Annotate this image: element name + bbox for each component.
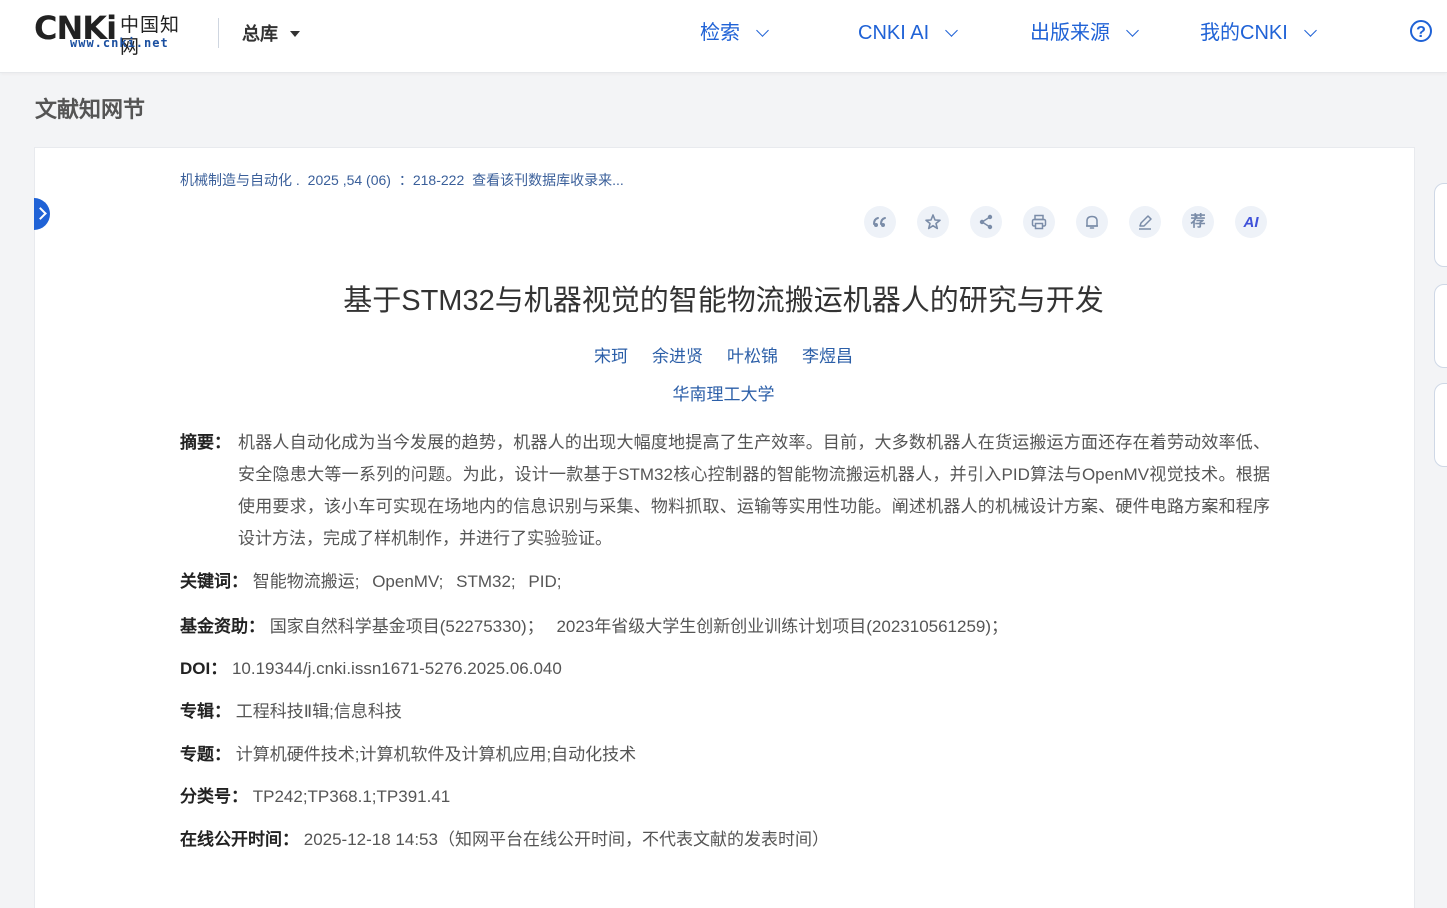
database-select[interactable]: 总库 <box>242 22 300 46</box>
page-title: 文献知网节 <box>35 97 146 122</box>
author-list: 宋珂 余进贤 叶松锦 李煜昌 <box>34 345 1413 369</box>
nav-publication-source[interactable]: 出版来源 <box>1030 20 1139 46</box>
top-navigation-bar: CNKi 中国知网 www.cnki.net 总库 检索 CNKI AI 出版来… <box>0 0 1447 73</box>
keyword-link[interactable]: 智能物流搬运; <box>253 572 360 591</box>
logo-url-text: www.cnki.net <box>70 36 169 50</box>
keyword-link[interactable]: PID; <box>528 572 561 591</box>
quote-button[interactable] <box>864 206 896 238</box>
chevron-down-icon <box>1126 23 1139 37</box>
series-row: 专辑： 工程科技Ⅱ辑;信息科技 <box>180 696 402 728</box>
fund-link[interactable]: 国家自然科学基金项目(52275330)； <box>270 617 544 636</box>
printer-icon <box>1031 214 1047 230</box>
subject-value: 计算机硬件技术;计算机软件及计算机应用;自动化技术 <box>235 745 637 764</box>
star-icon <box>925 214 941 230</box>
caret-down-icon <box>290 31 300 37</box>
abstract-section: 摘要： 机器人自动化成为当今发展的趋势，机器人的出现大幅度地提高了生产效率。目前… <box>180 427 1270 555</box>
nav-my-cnki[interactable]: 我的CNKI <box>1200 20 1317 46</box>
doi-row: DOI： 10.19344/j.cnki.issn1671-5276.2025.… <box>180 653 562 685</box>
classification-row: 分类号： TP242;TP368.1;TP391.41 <box>180 781 450 813</box>
nav-cnki-ai[interactable]: CNKI AI <box>858 20 959 46</box>
abstract-label: 摘要： <box>180 433 231 452</box>
bell-icon <box>1086 215 1098 229</box>
ai-icon: AI <box>1243 213 1259 231</box>
nav-cnki-ai-label: CNKI AI <box>858 22 930 44</box>
note-button[interactable] <box>1129 206 1161 238</box>
author-link[interactable]: 叶松锦 <box>727 345 778 369</box>
classification-value: TP242;TP368.1;TP391.41 <box>252 787 451 806</box>
help-icon[interactable]: ? <box>1410 20 1432 42</box>
database-coverage-link[interactable]: 查看该刊数据库收录来... <box>472 172 624 188</box>
right-side-tab[interactable] <box>1434 284 1447 368</box>
recommend-icon: 荐 <box>1190 213 1206 230</box>
header-divider <box>218 18 219 48</box>
series-label: 专辑： <box>180 702 231 721</box>
doi-value: 10.19344/j.cnki.issn1671-5276.2025.06.04… <box>231 659 562 678</box>
article-title: 基于STM32与机器视觉的智能物流搬运机器人的研究与开发 <box>343 285 1104 317</box>
cnki-logo[interactable]: CNKi 中国知网 www.cnki.net <box>34 10 194 58</box>
issue-link[interactable]: 2025 ,54 (06) <box>308 172 391 188</box>
keyword-link[interactable]: OpenMV; <box>372 572 443 591</box>
database-select-label: 总库 <box>242 24 278 44</box>
source-line: 机械制造与自动化 . 2025 ,54 (06) ：218-222 查看该刊数据… <box>180 170 628 190</box>
keywords-row: 关键词： 智能物流搬运; OpenMV; STM32; PID; <box>180 566 569 598</box>
keywords-label: 关键词： <box>180 572 248 591</box>
online-time-row: 在线公开时间： 2025-12-18 14:53（知网平台在线公开时间，不代表文… <box>180 824 829 856</box>
organization-link[interactable]: 华南理工大学 <box>34 383 1413 407</box>
online-time-label: 在线公开时间： <box>180 830 299 849</box>
alert-button[interactable] <box>1076 206 1108 238</box>
nav-search-label: 检索 <box>700 22 740 44</box>
chevron-down-icon <box>1303 23 1317 37</box>
share-button[interactable] <box>970 206 1002 238</box>
fund-row: 基金资助： 国家自然科学基金项目(52275330)； 2023年省级大学生创新… <box>180 611 1016 643</box>
online-time-value: 2025-12-18 14:53（知网平台在线公开时间，不代表文献的发表时间） <box>303 830 829 849</box>
share-icon <box>979 214 993 230</box>
series-value: 工程科技Ⅱ辑;信息科技 <box>235 702 402 721</box>
pencil-icon <box>1139 215 1152 230</box>
right-side-tab[interactable] <box>1434 183 1447 267</box>
page-range: ：218-222 <box>398 172 465 188</box>
journal-link[interactable]: 机械制造与自动化 . <box>180 172 300 188</box>
nav-my-cnki-label: 我的CNKI <box>1200 22 1288 44</box>
right-side-tab[interactable] <box>1434 383 1447 467</box>
chevron-right-icon <box>34 207 47 220</box>
chevron-down-icon <box>756 23 769 37</box>
recommend-button[interactable]: 荐 <box>1182 206 1214 238</box>
author-link[interactable]: 李煜昌 <box>802 345 853 369</box>
author-link[interactable]: 宋珂 <box>594 345 628 369</box>
print-button[interactable] <box>1023 206 1055 238</box>
doi-label: DOI： <box>180 659 228 678</box>
nav-publication-source-label: 出版来源 <box>1030 22 1110 44</box>
author-link[interactable]: 余进贤 <box>652 345 703 369</box>
ai-button[interactable]: AI <box>1235 206 1267 238</box>
quote-icon <box>873 217 886 227</box>
fund-label: 基金资助： <box>180 617 265 636</box>
favorite-button[interactable] <box>917 206 949 238</box>
nav-search[interactable]: 检索 <box>700 20 769 46</box>
fund-link[interactable]: 2023年省级大学生创新创业训练计划项目(202310561259)； <box>556 617 1008 636</box>
classification-label: 分类号： <box>180 787 248 806</box>
subject-label: 专题： <box>180 745 231 764</box>
chevron-down-icon <box>945 23 959 37</box>
keyword-link[interactable]: STM32; <box>456 572 516 591</box>
article-toolbar: 荐 AI <box>864 206 1267 238</box>
abstract-text: 机器人自动化成为当今发展的趋势，机器人的出现大幅度地提高了生产效率。目前，大多数… <box>238 433 1270 548</box>
subject-row: 专题： 计算机硬件技术;计算机软件及计算机应用;自动化技术 <box>180 739 636 771</box>
